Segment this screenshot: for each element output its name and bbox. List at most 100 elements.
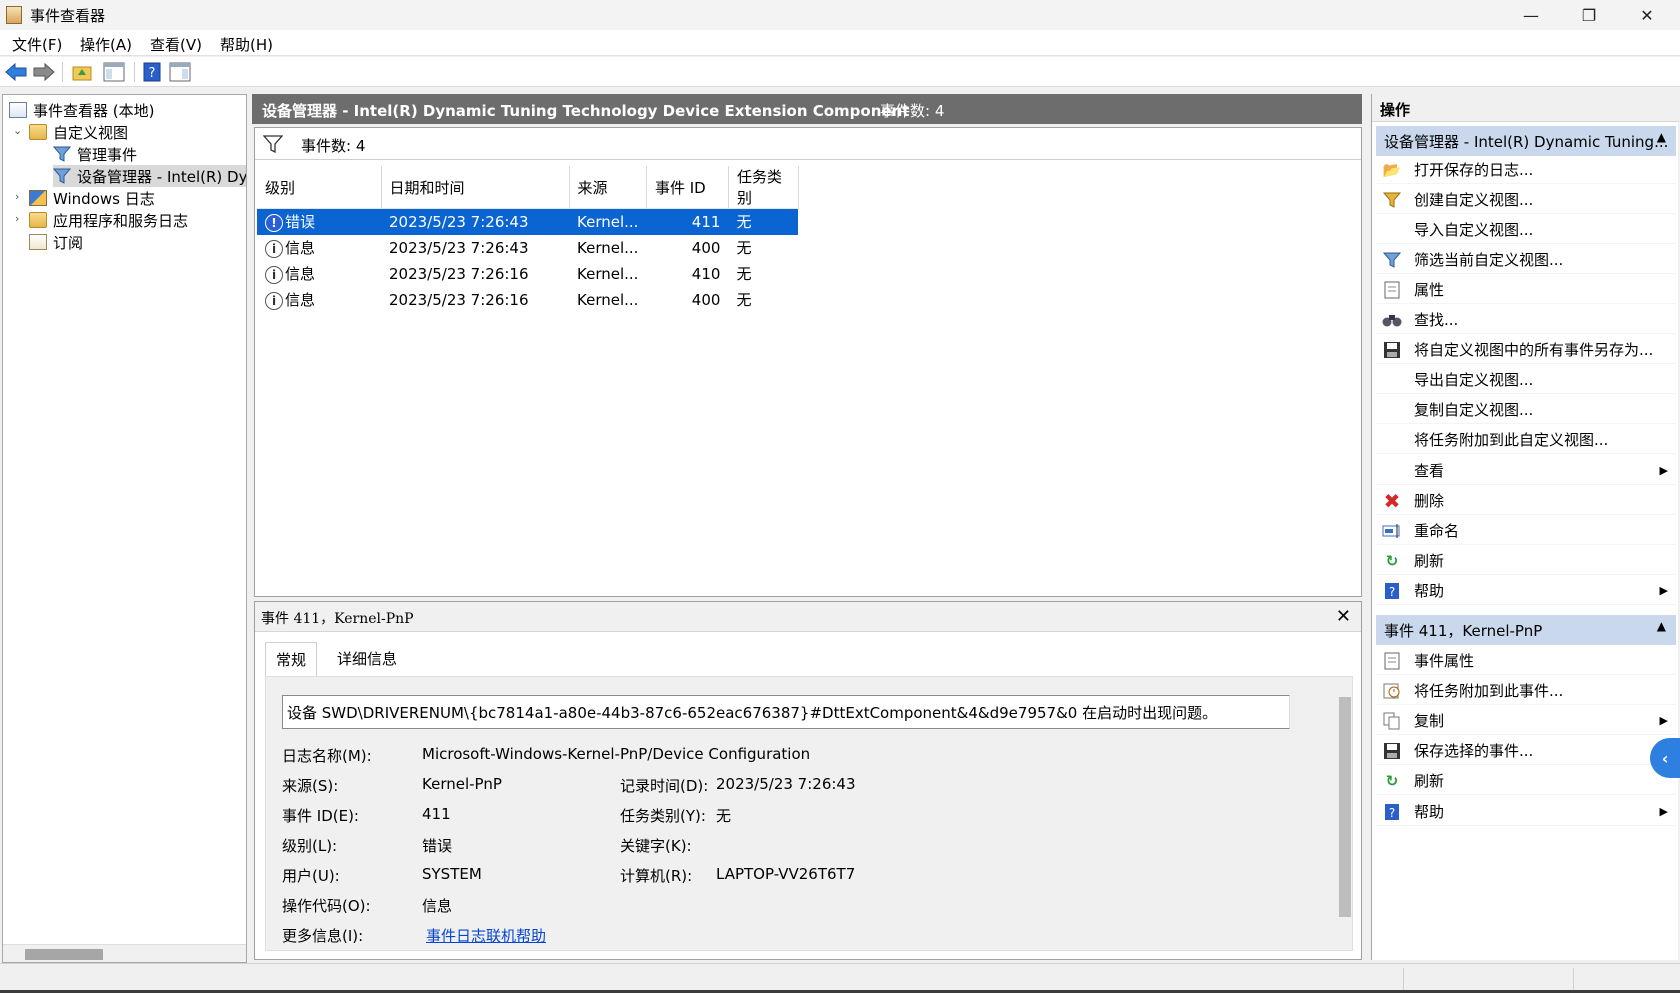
table-row[interactable]: i 信息 2023/5/23 7:26:16 Kernel... 400 无: [257, 287, 798, 313]
show-hide-tree-icon[interactable]: [102, 60, 126, 84]
rename-icon: [1382, 521, 1402, 541]
table-row[interactable]: ! 错误 2023/5/23 7:26:43 Kernel... 411 无: [257, 208, 799, 235]
task-category-value[interactable]: 无: [716, 805, 731, 826]
collapse-arrow-icon[interactable]: ▲: [1657, 619, 1666, 633]
tree-node-app-service-logs[interactable]: 应用程序和服务日志: [29, 209, 188, 231]
action-properties[interactable]: 属性: [1376, 276, 1676, 304]
action-refresh-event[interactable]: ↻ 刷新: [1376, 767, 1676, 795]
action-label: 打开保存的日志...: [1414, 161, 1534, 179]
tree-node-label: 管理事件: [77, 145, 138, 164]
events-table: 级别 日期和时间 来源 事件 ID 任务类别 ! 错误 2023/5/23 7:2…: [257, 166, 799, 313]
action-refresh[interactable]: ↻ 刷新: [1376, 547, 1676, 575]
info-icon: i: [265, 291, 283, 310]
column-header-event-id[interactable]: 事件 ID: [646, 166, 729, 209]
action-attach-task-to-event[interactable]: 将任务附加到此事件...: [1376, 677, 1676, 705]
collapsed-chevron-icon[interactable]: ›: [15, 190, 19, 203]
row-source: Kernel...: [577, 264, 639, 283]
user-value[interactable]: SYSTEM: [422, 865, 482, 883]
tree-node-custom-views[interactable]: 自定义视图: [29, 121, 128, 143]
binoculars-icon: [1382, 310, 1402, 330]
computer-label: 计算机(R):: [620, 867, 693, 885]
tree-node-label: 事件查看器 (本地): [33, 101, 155, 120]
title-bar: 事件查看器 — ❐ ✕: [0, 0, 1680, 30]
action-create-custom-view[interactable]: 创建自定义视图...: [1376, 186, 1676, 214]
action-find[interactable]: 查找...: [1376, 306, 1676, 334]
section-event-actions[interactable]: 事件 411，Kernel-PnP ▲: [1376, 615, 1676, 645]
computer-value[interactable]: LAPTOP-VV26T6T7: [716, 865, 855, 883]
expanded-chevron-icon[interactable]: ⌄: [13, 124, 22, 137]
help-book-icon[interactable]: ?: [140, 60, 164, 84]
action-open-saved-log[interactable]: 📂 打开保存的日志...: [1376, 156, 1676, 184]
filter-bar: 事件数: 4: [255, 128, 1361, 160]
opcode-value[interactable]: 信息: [422, 895, 452, 916]
action-copy[interactable]: 复制 ▶: [1376, 707, 1676, 735]
tab-general[interactable]: 常规: [265, 642, 318, 676]
close-detail-icon[interactable]: ✕: [1336, 606, 1351, 627]
row-datetime: 2023/5/23 7:26:16: [389, 290, 529, 309]
column-header-task-category[interactable]: 任务类别: [728, 166, 799, 209]
action-filter-current-view[interactable]: 筛选当前自定义视图...: [1376, 246, 1676, 274]
action-delete[interactable]: ✖ 删除: [1376, 487, 1676, 515]
restore-button[interactable]: ❐: [1560, 0, 1618, 30]
action-label: 重命名: [1414, 522, 1460, 540]
action-view[interactable]: 查看 ▶: [1376, 457, 1676, 485]
tree-node-windows-logs[interactable]: Windows 日志: [29, 187, 155, 209]
tree-node-admin-events[interactable]: 管理事件: [52, 143, 138, 165]
folder-icon: [29, 124, 47, 140]
menu-file[interactable]: 文件(F): [12, 34, 62, 55]
row-source: Kernel...: [569, 208, 647, 235]
action-copy-custom-view[interactable]: 复制自定义视图...: [1376, 396, 1676, 424]
action-attach-task-to-view[interactable]: 将任务附加到此自定义视图...: [1376, 426, 1676, 454]
action-label: 帮助: [1414, 803, 1445, 821]
row-task: 无: [736, 239, 752, 257]
action-export-custom-view[interactable]: 导出自定义视图...: [1376, 366, 1676, 394]
back-arrow-icon[interactable]: [4, 60, 28, 84]
table-row[interactable]: i 信息 2023/5/23 7:26:16 Kernel... 410 无: [257, 261, 798, 287]
source-value[interactable]: Kernel-PnP: [422, 775, 502, 793]
online-help-link[interactable]: 事件日志联机帮助: [426, 925, 546, 946]
action-help[interactable]: ? 帮助 ▶: [1376, 577, 1676, 605]
collapse-arrow-icon[interactable]: ▲: [1657, 130, 1666, 144]
action-save-selected-events[interactable]: 保存选择的事件...: [1376, 737, 1676, 765]
section-title: 设备管理器 - Intel(R) Dynamic Tuning...: [1384, 133, 1669, 151]
up-folder-icon[interactable]: [70, 60, 94, 84]
logged-value[interactable]: 2023/5/23 7:26:43: [716, 775, 856, 793]
close-window-button[interactable]: ✕: [1618, 0, 1676, 30]
show-action-pane-icon[interactable]: [168, 60, 192, 84]
event-message-box[interactable]: 设备 SWD\DRIVERENUM\{bc7814a1-a80e-44b3-87…: [282, 695, 1290, 729]
tree-node-device-manager[interactable]: 设备管理器 - Intel(R) Dyı: [52, 165, 246, 187]
tree-node-root[interactable]: 事件查看器 (本地): [9, 99, 154, 121]
minimize-button[interactable]: —: [1502, 0, 1560, 30]
level-value[interactable]: 错误: [422, 835, 452, 856]
menu-view[interactable]: 查看(V): [150, 34, 202, 55]
action-import-custom-view[interactable]: 导入自定义视图...: [1376, 216, 1676, 244]
tree-node-subscriptions[interactable]: 订阅: [29, 231, 83, 253]
table-row[interactable]: i 信息 2023/5/23 7:26:43 Kernel... 400 无: [257, 235, 798, 261]
forward-arrow-icon[interactable]: [32, 60, 56, 84]
menu-help[interactable]: 帮助(H): [220, 34, 273, 55]
folder-icon: [29, 212, 47, 228]
section-custom-view-actions[interactable]: 设备管理器 - Intel(R) Dynamic Tuning... ▲: [1376, 126, 1676, 156]
column-header-source[interactable]: 来源: [569, 166, 647, 209]
collapsed-chevron-icon[interactable]: ›: [15, 212, 19, 225]
log-name-value[interactable]: Microsoft-Windows-Kernel-PnP/Device Conf…: [422, 745, 810, 763]
tree-node-label: Windows 日志: [53, 189, 155, 208]
action-help-event[interactable]: ? 帮助 ▶: [1376, 798, 1676, 826]
tree-horizontal-scrollbar[interactable]: [3, 944, 246, 962]
action-rename[interactable]: 重命名: [1376, 517, 1676, 545]
action-save-all-events[interactable]: 将自定义视图中的所有事件另存为...: [1376, 336, 1676, 364]
filter-icon[interactable]: [262, 135, 284, 157]
navigation-tree: 事件查看器 (本地) ⌄ 自定义视图 管理事件 设备管理器 - Intel(R)…: [2, 94, 247, 963]
menu-action[interactable]: 操作(A): [80, 34, 132, 55]
action-label: 筛选当前自定义视图...: [1414, 251, 1564, 269]
column-header-datetime[interactable]: 日期和时间: [381, 166, 570, 209]
filter-event-count: 事件数: 4: [301, 137, 366, 155]
tab-details[interactable]: 详细信息: [327, 642, 407, 676]
view-header: 设备管理器 - Intel(R) Dynamic Tuning Technolo…: [252, 94, 1362, 124]
column-header-level[interactable]: 级别: [257, 166, 382, 209]
detail-vertical-scrollbar[interactable]: [1339, 697, 1351, 917]
help-book-icon: ?: [1382, 802, 1402, 822]
event-id-value[interactable]: 411: [422, 805, 451, 823]
action-event-properties[interactable]: 事件属性: [1376, 647, 1676, 675]
scrollbar-thumb[interactable]: [25, 949, 103, 960]
